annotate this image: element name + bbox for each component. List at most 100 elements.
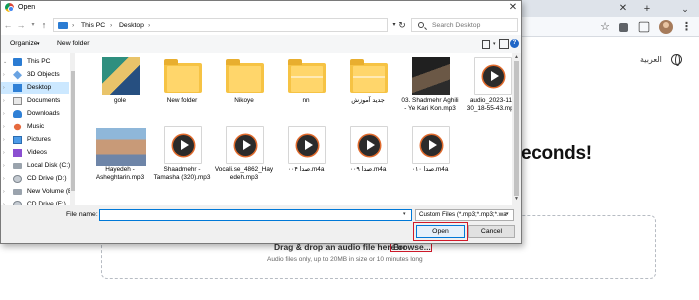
expand-chevron-icon[interactable]: › [3, 134, 5, 146]
breadcrumb-this-pc[interactable]: This PC [81, 22, 105, 29]
expand-chevron-icon[interactable]: › [3, 69, 5, 81]
change-view-icon[interactable] [480, 39, 492, 49]
expand-chevron-icon[interactable]: › [3, 147, 5, 159]
recent-locations-dropdown[interactable]: ▾ [28, 19, 38, 31]
file-name: audio_2023-11-30_18-55-43.mp3 [466, 97, 512, 112]
expand-chevron-icon[interactable]: ⌄ [3, 56, 7, 68]
sidebar-item-label: Pictures [27, 136, 51, 143]
file-item[interactable]: ۰۱۰ صدا.m4a [400, 126, 460, 205]
tab-close-icon[interactable]: ✕ [616, 3, 630, 15]
extensions-icon[interactable] [617, 20, 631, 34]
new-folder-button[interactable]: New folder [57, 40, 90, 47]
expand-chevron-icon[interactable]: › [3, 108, 5, 120]
search-icon [418, 22, 424, 28]
image-thumbnail [102, 57, 140, 95]
sidebar-item-this-pc[interactable]: ⌄ This PC [1, 56, 69, 68]
scroll-up-arrow-icon[interactable]: ▲ [513, 54, 520, 60]
search-input[interactable] [432, 19, 516, 31]
file-item[interactable]: ۰۰۴ صدا.m4a [276, 126, 336, 205]
file-name: ۰۰۹ صدا.m4a [349, 166, 387, 173]
upload-note: Audio files only, up to 20MB in size or … [267, 256, 423, 263]
file-list[interactable]: gole New folder Nikoye nn جدید آموزش 03. Shad… [75, 53, 512, 205]
sidebar-item-label: Music [27, 123, 45, 130]
sidebar-item-pictures[interactable]: › Pictures [1, 134, 69, 146]
bookmark-star-icon[interactable]: ☆ [598, 20, 612, 34]
media-file-icon [226, 126, 264, 164]
sidebar-item-videos[interactable]: › Videos [1, 147, 69, 159]
dialog-titlebar[interactable]: Open ✕ [1, 1, 521, 15]
file-item[interactable]: 03. Shadmehr Aghili - Ye Kari Kon.mp3 [400, 57, 460, 137]
file-item[interactable]: Shaadmehr - Tamasha (320).mp3 [152, 126, 212, 205]
chrome-icon [5, 3, 14, 12]
breadcrumb-desktop[interactable]: Desktop [119, 22, 144, 29]
new-tab-button[interactable]: + [640, 3, 654, 15]
expand-chevron-icon[interactable]: › [3, 82, 5, 94]
file-name-input[interactable] [99, 209, 412, 221]
cancel-button[interactable]: Cancel [468, 225, 515, 238]
file-type-select[interactable]: Custom Files (*.mp3;*.mp3;*.wa [415, 209, 514, 221]
browser-tab-strip [522, 0, 699, 17]
expand-chevron-icon[interactable]: › [3, 95, 5, 107]
expand-chevron-icon[interactable]: › [3, 199, 5, 205]
file-item[interactable]: Hayedeh - Asheghtarin.mp3 [90, 126, 150, 205]
navigation-pane[interactable]: ⌄ This PC › 3D Objects › Desktop › Documents › Do… [1, 53, 71, 205]
sidebar-item-label: Documents [27, 97, 61, 104]
folder-icon [350, 59, 388, 93]
sidebar-item-downloads[interactable]: › Downloads [1, 108, 69, 120]
sidebar-item-cd-drive-d[interactable]: › CD Drive (D:) [1, 173, 69, 185]
expand-chevron-icon[interactable]: › [3, 121, 5, 133]
side-panel-icon[interactable] [638, 21, 650, 33]
sidebar-item-cd-drive-f[interactable]: › CD Drive (F:) [1, 199, 69, 205]
expand-chevron-icon[interactable]: › [3, 160, 5, 172]
browser-menu-icon[interactable]: ⋮ [681, 20, 692, 34]
up-button[interactable]: ↑ [39, 19, 49, 31]
chevron-down-icon[interactable]: ▾ [37, 41, 40, 47]
sidebar-item-new-volume-e[interactable]: › New Volume (E:) [1, 186, 70, 198]
view-options-dropdown[interactable]: ▾ [493, 41, 496, 47]
command-bar: Organize ▾ New folder ▾ ? [1, 35, 521, 53]
back-button[interactable]: ← [3, 19, 13, 31]
sidebar-item-music[interactable]: › Music [1, 121, 69, 133]
profile-avatar[interactable] [659, 20, 673, 34]
refresh-icon[interactable]: ↻ [397, 20, 407, 31]
breadcrumb-separator[interactable]: › [72, 22, 74, 29]
organize-button[interactable]: Organize [10, 40, 38, 47]
sidebar-item-label: CD Drive (F:) [27, 201, 66, 205]
language-switch[interactable]: العربية [640, 55, 662, 64]
file-item[interactable]: gole [90, 57, 150, 137]
folder-item[interactable]: New folder [152, 57, 212, 137]
documents-icon [13, 97, 22, 105]
file-item[interactable]: Vocali.se_4862_Hayedeh.mp3 [214, 126, 274, 205]
preview-pane-icon[interactable] [499, 39, 509, 49]
scroll-down-arrow-icon[interactable]: ▼ [513, 196, 520, 202]
breadcrumb-separator[interactable]: › [110, 22, 112, 29]
sidebar-item-label: This PC [27, 58, 51, 65]
help-icon[interactable]: ? [510, 39, 519, 48]
file-list-scrollbar-thumb[interactable] [514, 61, 519, 196]
expand-chevron-icon[interactable]: › [3, 186, 5, 198]
sidebar-item-desktop[interactable]: › Desktop [1, 82, 69, 94]
breadcrumb-separator[interactable]: › [148, 22, 150, 29]
expand-chevron-icon[interactable]: › [3, 173, 5, 185]
tab-search-chevron-icon[interactable]: ⌄ [678, 3, 692, 15]
file-name-history-dropdown[interactable]: ▾ [403, 211, 406, 217]
sidebar-item-3d-objects[interactable]: › 3D Objects [1, 69, 69, 81]
file-item[interactable]: audio_2023-11-30_18-55-43.mp3 [462, 57, 512, 137]
forward-button[interactable]: → [16, 19, 26, 31]
folder-item[interactable]: Nikoye [214, 57, 274, 137]
sidebar-item-documents[interactable]: › Documents [1, 95, 69, 107]
file-item[interactable]: ۰۰۹ صدا.m4a [338, 126, 398, 205]
search-box[interactable] [411, 18, 518, 32]
sidebar-item-local-disk-c[interactable]: › Local Disk (C:) [1, 160, 70, 172]
sidebar-item-label: New Volume (E:) [27, 188, 70, 195]
folder-item[interactable]: nn [276, 57, 336, 137]
image-thumbnail [96, 128, 146, 166]
globe-icon[interactable] [671, 54, 682, 66]
close-icon[interactable]: ✕ [505, 1, 521, 15]
chevron-down-icon[interactable]: ▾ [506, 211, 509, 217]
address-bar[interactable]: › This PC › Desktop › [53, 18, 388, 32]
desktop-icon [13, 84, 22, 92]
folder-item[interactable]: جدید آموزش [338, 57, 398, 137]
media-file-icon [412, 126, 450, 164]
open-button[interactable]: Open [416, 225, 465, 238]
